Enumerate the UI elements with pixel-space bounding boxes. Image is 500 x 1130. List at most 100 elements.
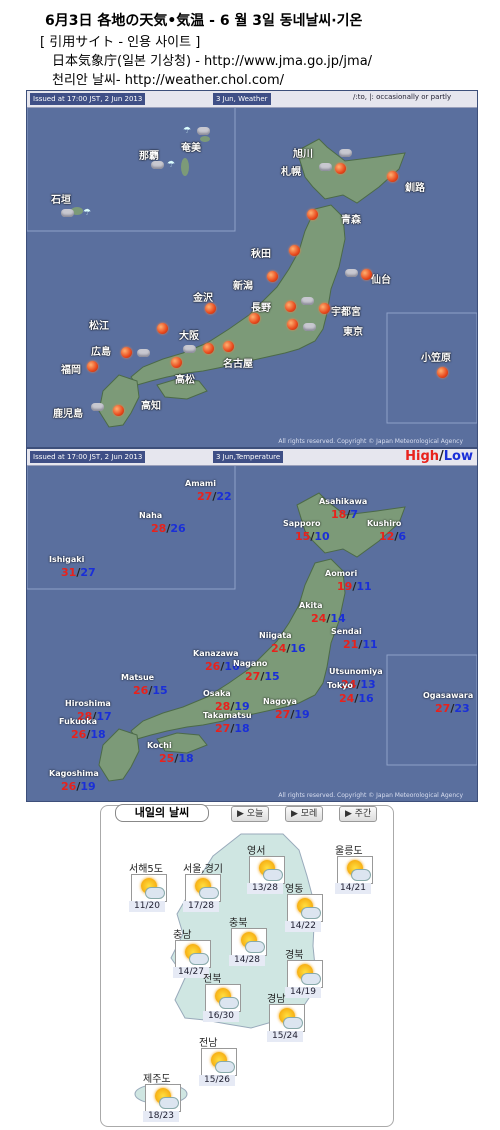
sun-icon [437, 367, 448, 378]
station-name: Kushiro [367, 519, 402, 528]
station-low: 27 [80, 566, 96, 579]
region-weather-icon[interactable] [287, 894, 323, 922]
station-low: 16 [358, 692, 374, 705]
station-temp: 31/27 [61, 566, 96, 579]
cloud-icon [301, 297, 314, 305]
japan-weather-map: Issued at 17:00 JST, 2 Jun 2013 3 Jun, W… [26, 90, 478, 448]
city-label: 那覇 [139, 151, 159, 162]
station-low: 19 [80, 780, 96, 793]
station-high: 26 [205, 660, 221, 673]
region-name: 서해5도 [129, 864, 163, 875]
cloud-icon [215, 1061, 235, 1073]
station-name: Fukuoka [59, 717, 97, 726]
station-low: 19 [294, 708, 310, 721]
weather-copyright: All rights reserved. Copyright © Japan M… [278, 438, 463, 445]
city-label: 大阪 [179, 331, 199, 342]
cloud-icon [245, 941, 265, 953]
region-temp: 14/21 [335, 883, 371, 894]
jma-source-link[interactable]: 日本気象庁(일본 기상청) - http://www.jma.go.jp/jma… [52, 50, 500, 69]
region-weather-icon[interactable] [131, 874, 167, 902]
region-name: 영동 [285, 884, 304, 895]
region-name: 울릉도 [335, 846, 363, 857]
station-high: 18 [331, 508, 347, 521]
sun-icon [121, 347, 132, 358]
station-temp: 19/11 [337, 580, 372, 593]
station-name: Naha [139, 511, 163, 520]
cloud-icon [345, 269, 358, 277]
station-temp: 12/6 [379, 530, 406, 543]
chol-source-link[interactable]: 천리안 날씨- http://weather.chol.com/ [52, 69, 500, 88]
station-low: 6 [398, 530, 406, 543]
region-weather-icon[interactable] [287, 960, 323, 988]
region-weather-icon[interactable] [185, 874, 221, 902]
station-high: 24 [311, 612, 327, 625]
cloud-icon [199, 887, 219, 899]
region-weather-icon[interactable] [175, 940, 211, 968]
station-high: 25 [159, 752, 175, 765]
city-label: 釧路 [405, 183, 425, 194]
sun-icon [267, 271, 278, 282]
sun-icon [289, 245, 300, 256]
station-high: 27 [435, 702, 451, 715]
station-name: Kochi [147, 741, 172, 750]
station-temp: 21/11 [343, 638, 378, 651]
station-name: Osaka [203, 689, 231, 698]
station-high: 28 [151, 522, 167, 535]
sun-icon [157, 323, 168, 334]
umbrella-icon: ☂ [167, 160, 176, 170]
region-name: 전남 [199, 1038, 218, 1049]
cloud-icon [319, 163, 332, 171]
city-label: 名古屋 [223, 359, 253, 370]
city-label: 仙台 [371, 275, 391, 286]
station-name: Kagoshima [49, 769, 99, 778]
city-label: 高知 [141, 401, 161, 412]
legend-low: Low [443, 449, 473, 464]
city-label: 高松 [175, 375, 195, 386]
station-name: Asahikawa [319, 497, 368, 506]
station-temp: 25/18 [159, 752, 194, 765]
city-label: 小笠原 [421, 353, 451, 364]
cloud-icon [151, 161, 164, 169]
station-name: Amami [185, 479, 217, 488]
citation-heading: [ 引用サイト - 인용 사이트 ] [40, 35, 201, 50]
region-weather-icon[interactable] [337, 856, 373, 884]
region-weather-icon[interactable] [201, 1048, 237, 1076]
sun-icon [203, 343, 214, 354]
sun-icon [319, 303, 330, 314]
cloud-icon [339, 149, 352, 157]
cloud-icon [301, 907, 321, 919]
station-name: Nagano [233, 659, 268, 668]
region-temp: 14/28 [229, 955, 265, 966]
station-high: 27 [275, 708, 291, 721]
cloud-icon [303, 323, 316, 331]
temp-date: 3 Jun,Temperature [213, 451, 284, 463]
region-weather-icon[interactable] [269, 1004, 305, 1032]
region-name: 충북 [229, 918, 248, 929]
city-label: 鹿児島 [53, 409, 83, 420]
cloud-icon [61, 209, 74, 217]
station-low: 15 [264, 670, 280, 683]
temp-map-topbar: Issued at 17:00 JST, 2 Jun 2013 3 Jun,Te… [27, 449, 477, 466]
station-low: 23 [454, 702, 470, 715]
city-label: 青森 [341, 215, 361, 226]
station-name: Aomori [325, 569, 358, 578]
region-weather-icon[interactable] [231, 928, 267, 956]
station-temp: 27/15 [245, 670, 280, 683]
sun-icon [205, 303, 216, 314]
region-temp: 11/20 [129, 901, 165, 912]
cloud-icon [189, 953, 209, 965]
station-low: 22 [216, 490, 232, 503]
city-label: 松江 [89, 321, 109, 332]
station-high: 24 [339, 692, 355, 705]
city-label: 東京 [343, 327, 363, 338]
station-low: 17 [96, 710, 112, 723]
city-label: 旭川 [293, 149, 313, 160]
region-weather-icon[interactable] [249, 856, 285, 884]
region-weather-icon[interactable] [205, 984, 241, 1012]
region-name: 충남 [173, 930, 192, 941]
page-title: 6月3日 各地の天気•気温 - 6 월 3일 동네날씨·기온 [45, 13, 363, 29]
station-temp: 15/10 [295, 530, 330, 543]
region-weather-icon[interactable] [145, 1084, 181, 1112]
sun-icon [287, 319, 298, 330]
cloud-icon [159, 1097, 179, 1109]
